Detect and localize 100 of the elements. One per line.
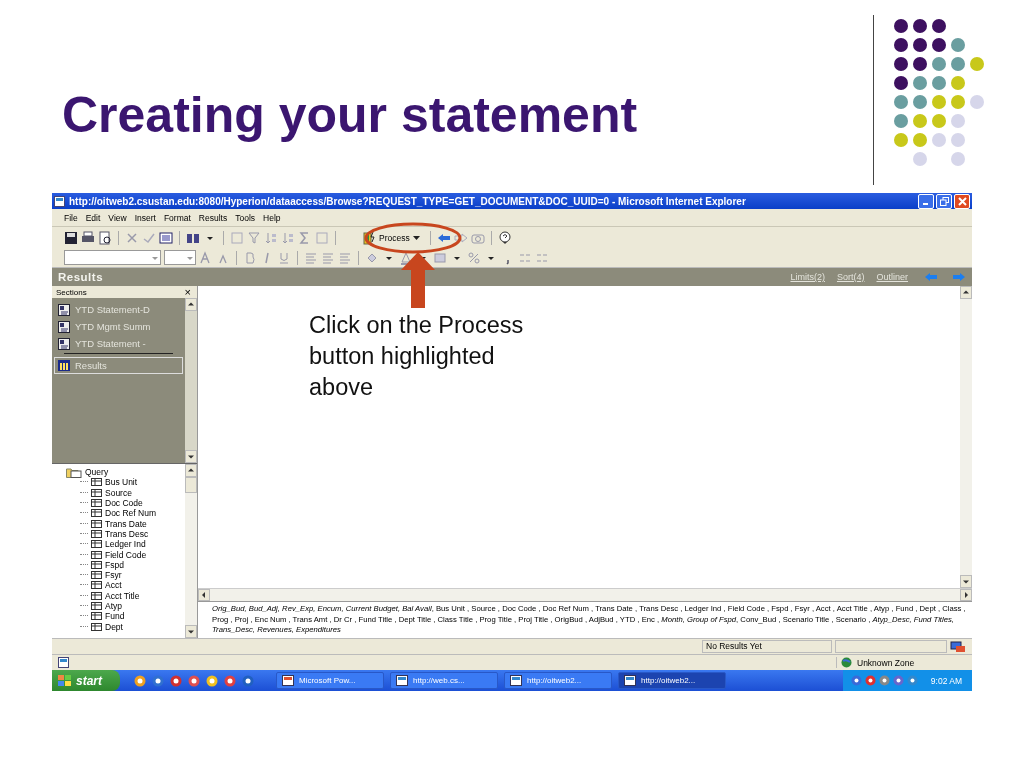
menu-item[interactable]: Help — [263, 212, 281, 223]
panel-icon[interactable] — [159, 230, 173, 245]
caret-icon — [411, 233, 421, 242]
slide-title: Creating your statement — [61, 86, 639, 145]
quick-launch-icon[interactable] — [188, 674, 200, 687]
page-icon — [54, 195, 65, 207]
menu-item[interactable]: Insert — [134, 212, 156, 223]
field-icon — [91, 550, 102, 559]
tree-item[interactable]: Atyp — [105, 601, 122, 611]
menu-item[interactable]: View — [108, 212, 127, 223]
save-icon[interactable] — [64, 230, 78, 245]
windows-logo-icon — [58, 674, 72, 687]
tree-item[interactable]: Acct — [105, 580, 122, 591]
tree-item[interactable]: Trans Desc — [105, 528, 149, 539]
field-icon — [91, 612, 102, 621]
quick-launch-icon[interactable] — [134, 674, 146, 687]
status-text: No Results Yet — [702, 640, 832, 653]
taskbar-button[interactable]: http://web.cs... — [390, 672, 498, 689]
window-icon — [510, 675, 522, 686]
tree-item[interactable]: Acct Title — [105, 590, 140, 601]
tray-icon[interactable] — [906, 675, 918, 686]
scroll-left-button[interactable] — [198, 589, 210, 601]
panel-heading: Sections — [56, 287, 87, 297]
tray-icon[interactable] — [850, 675, 862, 686]
globe-icon — [841, 657, 852, 668]
minimize-button[interactable] — [918, 193, 934, 209]
menu-item[interactable]: Format — [163, 212, 191, 223]
tray-icon[interactable] — [864, 675, 876, 686]
tree-item[interactable]: Source — [105, 487, 132, 498]
font-name-dropdown[interactable] — [64, 250, 161, 265]
field-icon — [91, 529, 102, 538]
taskbar-button[interactable]: http://oitweb2... — [618, 672, 726, 689]
scroll-up-button[interactable] — [185, 298, 197, 311]
menu-item[interactable]: Results — [198, 212, 228, 223]
quick-launch-icon[interactable] — [170, 674, 182, 687]
border-icon[interactable] — [433, 250, 447, 265]
cut-icon[interactable] — [125, 230, 139, 245]
menu-item[interactable]: File — [64, 212, 78, 223]
section-title: Results — [58, 271, 104, 283]
print-icon[interactable] — [81, 230, 95, 245]
report-icon — [58, 337, 70, 350]
tray-icon[interactable] — [892, 675, 904, 686]
tree-item[interactable]: Bus Unit — [105, 477, 138, 488]
quick-launch-icon[interactable] — [206, 674, 218, 687]
field-icon — [91, 571, 102, 580]
table-icon — [58, 360, 70, 371]
report-icon — [58, 303, 70, 316]
help-icon[interactable] — [497, 230, 512, 245]
field-icon — [91, 519, 102, 528]
scroll-up-button[interactable] — [960, 286, 972, 299]
folder-icon — [66, 466, 82, 478]
taskbar-button[interactable]: http://oitweb2... — [504, 672, 612, 689]
tree-item[interactable]: Trans Date — [105, 518, 147, 529]
tray-icon[interactable] — [878, 675, 890, 686]
scroll-thumb[interactable] — [185, 477, 197, 493]
quick-launch-icon[interactable] — [242, 674, 254, 687]
window-icon — [282, 675, 294, 686]
page-icon — [58, 657, 69, 668]
scroll-up-button[interactable] — [185, 464, 197, 477]
scroll-down-button[interactable] — [185, 625, 197, 638]
menu-item[interactable]: Tools — [235, 212, 255, 223]
tree-item[interactable]: Doc Ref Num — [105, 508, 156, 519]
scroll-down-button[interactable] — [960, 575, 972, 588]
taskbar-button[interactable]: Microsoft Pow... — [276, 672, 384, 689]
tree-item[interactable]: Doc Code — [105, 498, 143, 509]
field-icon — [91, 488, 102, 497]
start-button[interactable]: start — [52, 670, 120, 691]
field-icon — [91, 622, 102, 631]
field-icon — [91, 581, 102, 590]
tree-item[interactable]: Fspd — [105, 559, 124, 570]
instruction-text: Click on the Process button highlighted above — [309, 311, 525, 402]
preview-icon[interactable] — [98, 230, 112, 245]
scroll-right-button[interactable] — [960, 589, 972, 601]
tree-item[interactable]: Fund — [105, 611, 125, 622]
field-icon — [91, 602, 102, 610]
field-icon — [91, 499, 102, 508]
window-title: http://oitweb2.csustan.edu:8080/Hyperion/dataaccess/Browse?REQUEST_TYPE=GET_DOCUMENT&DOC_UUID=0 - Microsoft Internet Explorer — [69, 195, 747, 207]
field-icon — [91, 478, 102, 487]
field-icon — [91, 509, 102, 518]
window-icon — [624, 675, 636, 686]
restore-button[interactable] — [936, 193, 952, 209]
quick-launch-icon[interactable] — [152, 674, 164, 687]
security-zone: Unknown Zone — [836, 657, 966, 668]
menu-item[interactable]: Edit — [85, 212, 101, 223]
process-button[interactable]: Process — [360, 228, 424, 247]
tree-item[interactable]: Query — [85, 467, 109, 478]
computer-icon — [950, 640, 966, 653]
forward-arrow-icon[interactable] — [453, 230, 468, 245]
field-icon — [91, 540, 102, 549]
font-size-dropdown[interactable] — [164, 250, 196, 265]
pointer-arrow — [400, 252, 436, 308]
tree-item[interactable]: Fsyr — [105, 570, 122, 581]
tree-item[interactable]: Dept — [105, 621, 123, 632]
quick-launch-icon[interactable] — [224, 674, 236, 687]
scroll-down-button[interactable] — [185, 450, 197, 463]
close-button[interactable] — [954, 193, 970, 209]
tree-item[interactable]: Ledger Ind — [105, 539, 146, 550]
tree-item[interactable]: Field Code — [105, 549, 147, 560]
field-icon — [91, 591, 102, 600]
close-button[interactable]: × — [184, 286, 191, 298]
